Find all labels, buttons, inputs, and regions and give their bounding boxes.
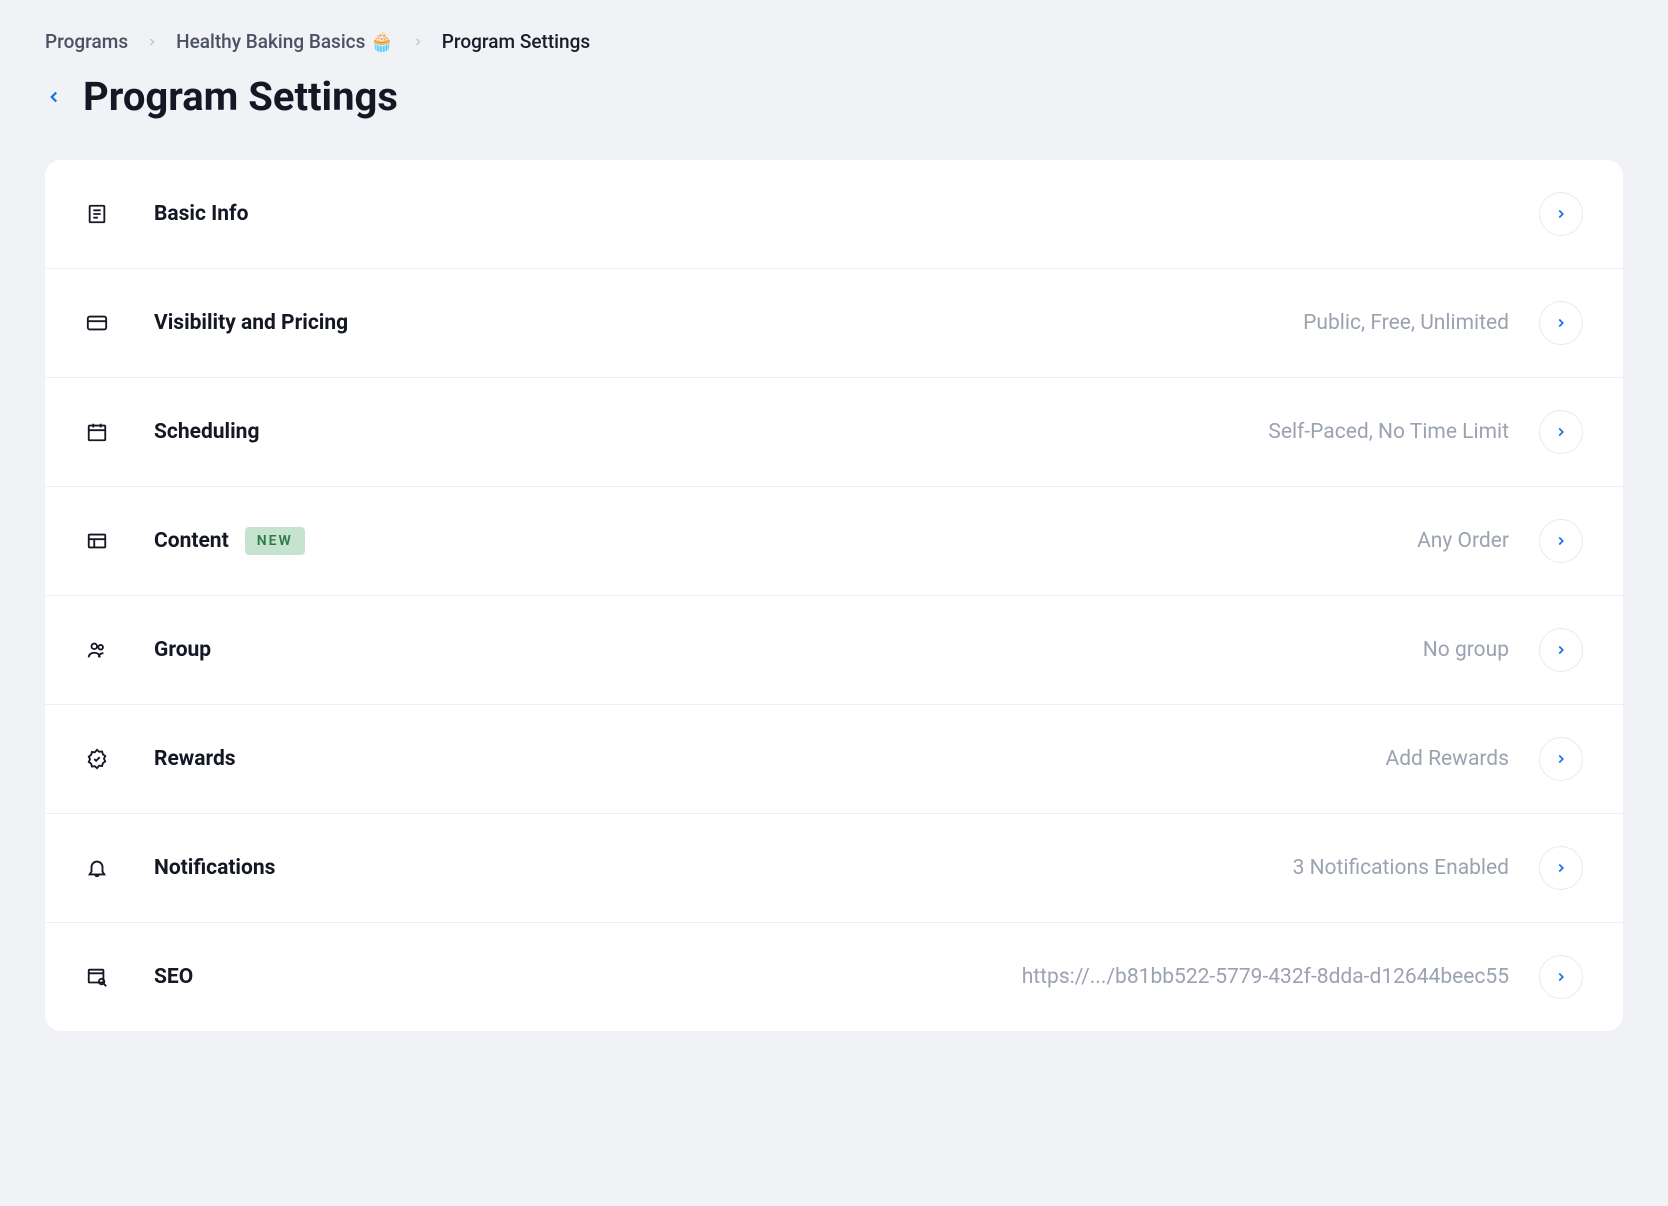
card-icon — [85, 311, 109, 335]
document-icon — [85, 202, 109, 226]
row-label: Content — [154, 529, 229, 553]
settings-row-scheduling[interactable]: Scheduling Self-Paced, No Time Limit — [45, 378, 1623, 487]
row-label: SEO — [154, 965, 193, 989]
row-label: Visibility and Pricing — [154, 311, 348, 335]
settings-card: Basic Info Visibility and Pricing Public… — [45, 160, 1623, 1031]
row-label: Group — [154, 638, 211, 662]
chevron-right-icon — [1539, 846, 1583, 890]
chevron-right-icon — [1539, 410, 1583, 454]
row-label: Rewards — [154, 747, 236, 771]
row-value: Add Rewards — [1386, 747, 1509, 771]
back-button[interactable] — [45, 88, 63, 106]
chevron-right-icon — [412, 36, 424, 48]
bell-icon — [85, 856, 109, 880]
row-label: Notifications — [154, 856, 275, 880]
chevron-right-icon — [146, 36, 158, 48]
breadcrumb-program-name[interactable]: Healthy Baking Basics 🧁 — [176, 30, 394, 53]
chevron-right-icon — [1539, 628, 1583, 672]
settings-row-basic-info[interactable]: Basic Info — [45, 160, 1623, 269]
row-label: Scheduling — [154, 420, 259, 444]
users-icon — [85, 638, 109, 662]
new-badge: NEW — [245, 527, 305, 555]
settings-row-rewards[interactable]: Rewards Add Rewards — [45, 705, 1623, 814]
settings-row-notifications[interactable]: Notifications 3 Notifications Enabled — [45, 814, 1623, 923]
row-value: 3 Notifications Enabled — [1293, 856, 1509, 880]
search-page-icon — [85, 965, 109, 989]
row-value: Any Order — [1417, 529, 1509, 553]
calendar-icon — [85, 420, 109, 444]
breadcrumb-programs[interactable]: Programs — [45, 30, 128, 53]
settings-row-seo[interactable]: SEO https://.../b81bb522-5779-432f-8dda-… — [45, 923, 1623, 1031]
badge-icon — [85, 747, 109, 771]
row-value: https://.../b81bb522-5779-432f-8dda-d126… — [1022, 965, 1509, 989]
page-title: Program Settings — [83, 73, 398, 120]
title-row: Program Settings — [45, 73, 1623, 120]
breadcrumb: Programs Healthy Baking Basics 🧁 Program… — [45, 30, 1623, 53]
layout-icon — [85, 529, 109, 553]
breadcrumb-current: Program Settings — [442, 30, 590, 53]
chevron-right-icon — [1539, 192, 1583, 236]
settings-row-content[interactable]: Content NEW Any Order — [45, 487, 1623, 596]
settings-row-group[interactable]: Group No group — [45, 596, 1623, 705]
row-value: Self-Paced, No Time Limit — [1268, 420, 1509, 444]
chevron-right-icon — [1539, 519, 1583, 563]
row-value: Public, Free, Unlimited — [1303, 311, 1509, 335]
row-label: Basic Info — [154, 202, 248, 226]
settings-row-visibility[interactable]: Visibility and Pricing Public, Free, Unl… — [45, 269, 1623, 378]
chevron-right-icon — [1539, 955, 1583, 999]
chevron-right-icon — [1539, 737, 1583, 781]
row-value: No group — [1423, 638, 1509, 662]
chevron-right-icon — [1539, 301, 1583, 345]
